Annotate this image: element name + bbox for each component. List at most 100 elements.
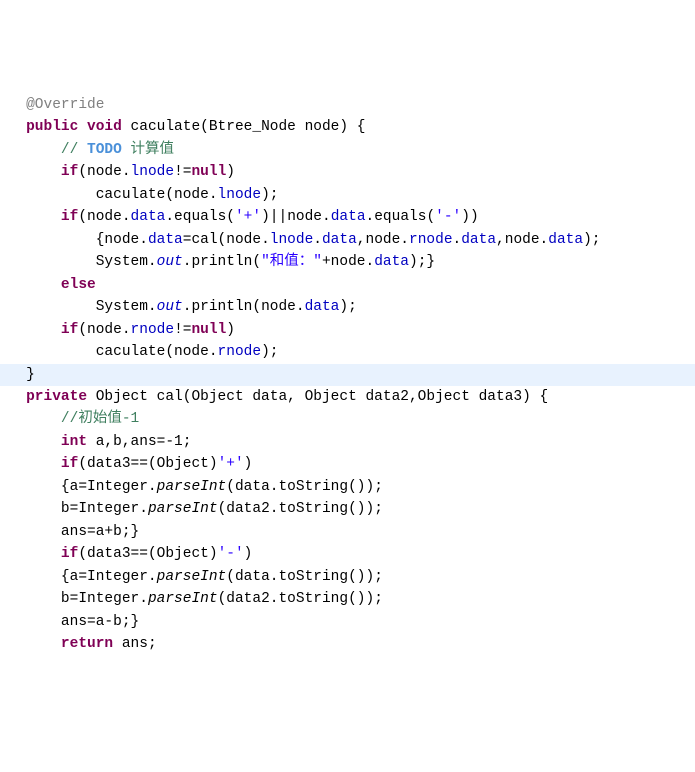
code-block: @Override public void caculate(Btree_Nod…: [0, 90, 695, 660]
code-token: !=: [174, 322, 191, 338]
code-token: parseInt: [148, 591, 218, 607]
code-token: '-': [218, 546, 244, 562]
code-token: )): [461, 209, 478, 225]
code-token: ): [226, 164, 235, 180]
code-line: {a=Integer.parseInt(data.toString());: [0, 566, 695, 588]
code-line: ans=a+b;}: [0, 521, 695, 543]
code-token: @Override: [26, 97, 104, 113]
code-line: b=Integer.parseInt(data2.toString());: [0, 588, 695, 610]
code-token: [0, 142, 61, 158]
code-token: null: [191, 164, 226, 180]
code-line: // TODO 计算值: [0, 139, 695, 161]
code-token: '+': [235, 209, 261, 225]
code-token: .println(: [183, 254, 261, 270]
code-token: );: [339, 299, 356, 315]
code-line: b=Integer.parseInt(data2.toString());: [0, 498, 695, 520]
code-token: ans;: [113, 636, 157, 652]
code-token: data: [322, 232, 357, 248]
code-token: (data3==(Object): [78, 456, 217, 472]
code-token: System.: [0, 254, 157, 270]
code-line: if(node.lnode!=null): [0, 161, 695, 183]
code-token: data: [331, 209, 366, 225]
code-token: =cal(node.: [183, 232, 270, 248]
code-token: null: [191, 322, 226, 338]
code-token: (node.: [78, 164, 130, 180]
code-token: (data2.toString());: [218, 591, 383, 607]
code-token: ): [244, 456, 253, 472]
code-token: rnode: [131, 322, 175, 338]
code-token: .println(node.: [183, 299, 305, 315]
code-token: ): [244, 546, 253, 562]
code-token: ans=a-b;}: [0, 614, 139, 630]
code-line: else: [0, 274, 695, 296]
code-token: .: [313, 232, 322, 248]
code-token: parseInt: [148, 501, 218, 517]
code-line: return ans;: [0, 633, 695, 655]
code-token: private: [26, 389, 87, 405]
code-token: );: [261, 187, 278, 203]
code-token: if: [61, 164, 78, 180]
code-token: ,node.: [357, 232, 409, 248]
code-token: rnode: [218, 344, 262, 360]
code-token: out: [157, 299, 183, 315]
code-line: {node.data=cal(node.lnode.data,node.rnod…: [0, 229, 695, 251]
code-token: ,node.: [496, 232, 548, 248]
code-line: if(data3==(Object)'-'): [0, 543, 695, 565]
code-token: [0, 119, 26, 135]
code-token: '+': [218, 456, 244, 472]
code-token: caculate(Btree_Node node) {: [122, 119, 366, 135]
code-token: (data.toString());: [226, 569, 383, 585]
code-token: [0, 97, 26, 113]
code-token: data: [131, 209, 166, 225]
code-line: caculate(node.lnode);: [0, 184, 695, 206]
code-token: void: [87, 119, 122, 135]
code-line: System.out.println("和值："+node.data);}: [0, 251, 695, 273]
code-token: data: [548, 232, 583, 248]
code-token: (node.: [78, 209, 130, 225]
code-token: data: [148, 232, 183, 248]
code-line: //初始值-1: [0, 408, 695, 430]
code-token: lnode: [270, 232, 314, 248]
code-line: }: [0, 364, 695, 386]
code-line: {a=Integer.parseInt(data.toString());: [0, 476, 695, 498]
code-token: //: [61, 142, 87, 158]
code-token: parseInt: [157, 479, 227, 495]
code-token: [0, 411, 61, 427]
code-token: caculate(node.: [0, 344, 218, 360]
code-token: .: [453, 232, 462, 248]
code-token: TODO: [87, 142, 122, 158]
code-token: '-': [435, 209, 461, 225]
code-token: [0, 456, 61, 472]
code-line: int a,b,ans=-1;: [0, 431, 695, 453]
code-token: ans=a+b;}: [0, 524, 139, 540]
code-line: if(data3==(Object)'+'): [0, 453, 695, 475]
code-token: if: [61, 322, 78, 338]
code-token: (data.toString());: [226, 479, 383, 495]
code-token: .equals(: [366, 209, 436, 225]
code-token: "和值：": [261, 254, 322, 270]
code-token: caculate(node.: [0, 187, 218, 203]
code-token: else: [61, 277, 96, 293]
code-line: ans=a-b;}: [0, 611, 695, 633]
code-token: return: [61, 636, 113, 652]
code-line: caculate(node.rnode);: [0, 341, 695, 363]
code-token: if: [61, 209, 78, 225]
code-token: [78, 119, 87, 135]
code-token: b=Integer.: [0, 591, 148, 607]
code-token: [0, 277, 61, 293]
code-line: private Object cal(Object data, Object d…: [0, 386, 695, 408]
code-token: (data2.toString());: [218, 501, 383, 517]
code-line: if(node.data.equals('+')||node.data.equa…: [0, 206, 695, 228]
code-line: public void caculate(Btree_Node node) {: [0, 116, 695, 138]
code-token: a,b,ans=-1;: [87, 434, 191, 450]
code-token: 计算值: [122, 142, 174, 158]
code-token: out: [157, 254, 183, 270]
code-token: ): [226, 322, 235, 338]
code-token: [0, 164, 61, 180]
code-line: if(node.rnode!=null): [0, 319, 695, 341]
code-token: [0, 636, 61, 652]
code-token: +node.: [322, 254, 374, 270]
code-token: );: [261, 344, 278, 360]
code-token: [0, 434, 61, 450]
code-token: data: [374, 254, 409, 270]
